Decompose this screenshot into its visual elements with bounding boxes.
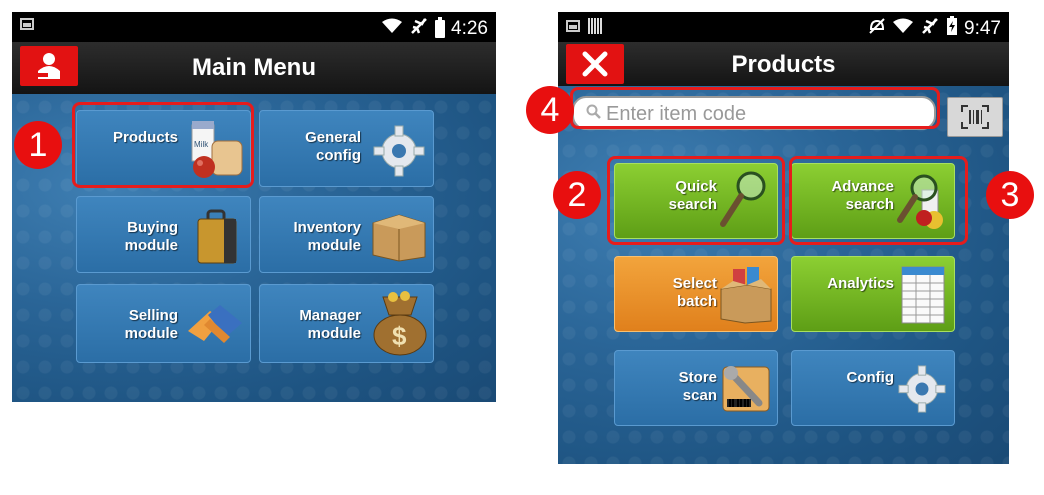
status-bar: 9:47 xyxy=(558,12,1009,42)
airplane-mode-icon xyxy=(409,16,429,41)
tile-label: Analytics xyxy=(827,275,894,292)
briefcase-icon xyxy=(197,209,237,264)
item-code-search[interactable] xyxy=(572,96,936,130)
tile-label: Advance search xyxy=(831,178,894,213)
wrench-barcode-icon xyxy=(722,366,770,412)
clock: 9:47 xyxy=(964,17,1001,39)
gear-icon xyxy=(373,125,425,177)
tile-label: Selling module xyxy=(124,307,178,342)
tile-store-scan[interactable]: Store scan xyxy=(614,350,778,426)
groceries-icon: Milk xyxy=(191,121,243,178)
title-bar: Products xyxy=(558,42,1009,87)
mute-icon xyxy=(868,17,886,40)
battery-icon xyxy=(435,16,446,38)
box-icon xyxy=(372,214,426,262)
tile-label: Config xyxy=(846,369,894,386)
menu-grid: Products Milk General config Buying module xyxy=(12,94,496,402)
tile-label: Select batch xyxy=(672,275,717,310)
step-badge-4: 4 xyxy=(526,86,574,134)
tile-general-config[interactable]: General config xyxy=(259,110,434,187)
tile-manager-module[interactable]: Manager module $ xyxy=(259,284,434,363)
tile-config[interactable]: Config xyxy=(791,350,955,426)
page-title: Main Menu xyxy=(192,54,316,81)
tile-label: Manager module xyxy=(299,307,361,342)
tile-label: Products xyxy=(112,129,178,146)
step-badge-3: 3 xyxy=(986,171,1034,219)
clock: 4:26 xyxy=(451,17,488,39)
svg-text:Milk: Milk xyxy=(194,140,209,149)
item-code-input[interactable] xyxy=(604,101,928,127)
tile-selling-module[interactable]: Selling module xyxy=(76,284,251,363)
money-bag-icon: $ xyxy=(373,291,427,356)
handshake-icon xyxy=(188,305,242,343)
airplane-mode-icon xyxy=(920,16,940,41)
tile-products[interactable]: Products Milk xyxy=(76,110,251,187)
step-badge-2: 2 xyxy=(553,171,601,219)
tile-quick-search[interactable]: Quick search xyxy=(614,163,778,239)
page-title: Products xyxy=(731,51,836,78)
tile-advance-search[interactable]: Advance search xyxy=(791,163,955,239)
tile-inventory-module[interactable]: Inventory module xyxy=(259,196,434,273)
tile-label: Quick search xyxy=(668,178,717,213)
search-icon xyxy=(586,104,601,119)
barcode-scan-button[interactable] xyxy=(947,97,1003,137)
title-bar: Main Menu xyxy=(12,42,496,95)
tile-select-batch[interactable]: Select batch xyxy=(614,256,778,332)
gear-icon xyxy=(898,365,946,413)
battery-charging-icon xyxy=(946,16,958,41)
image-notification-icon xyxy=(566,20,580,32)
image-notification-icon xyxy=(20,18,34,30)
magnifier-products-icon xyxy=(897,174,943,229)
tile-label: General config xyxy=(305,129,361,164)
wifi-icon xyxy=(892,18,914,39)
magnifier-icon xyxy=(720,171,766,227)
svg-text:$: $ xyxy=(392,321,407,351)
main-menu-screen: 4:26 Main Menu Products Milk General conf… xyxy=(12,12,496,402)
tile-label: Inventory module xyxy=(293,219,361,254)
wifi-icon xyxy=(381,18,403,39)
step-badge-1: 1 xyxy=(14,121,62,169)
barcode-scanner-icon xyxy=(961,105,989,129)
box-of-goods-icon xyxy=(720,267,772,324)
tile-label: Buying module xyxy=(124,219,178,254)
spreadsheet-icon xyxy=(901,266,945,324)
products-screen: 9:47 Products Quicksearch xyxy=(558,12,1009,464)
barcode-notification-icon xyxy=(588,18,602,34)
products-content: Quicksearch Advancesearch Selectbatch xyxy=(558,86,1009,464)
tile-buying-module[interactable]: Buying module xyxy=(76,196,251,273)
status-bar: 4:26 xyxy=(12,12,496,42)
tile-label: Store scan xyxy=(678,369,717,404)
tile-analytics[interactable]: Analytics xyxy=(791,256,955,332)
